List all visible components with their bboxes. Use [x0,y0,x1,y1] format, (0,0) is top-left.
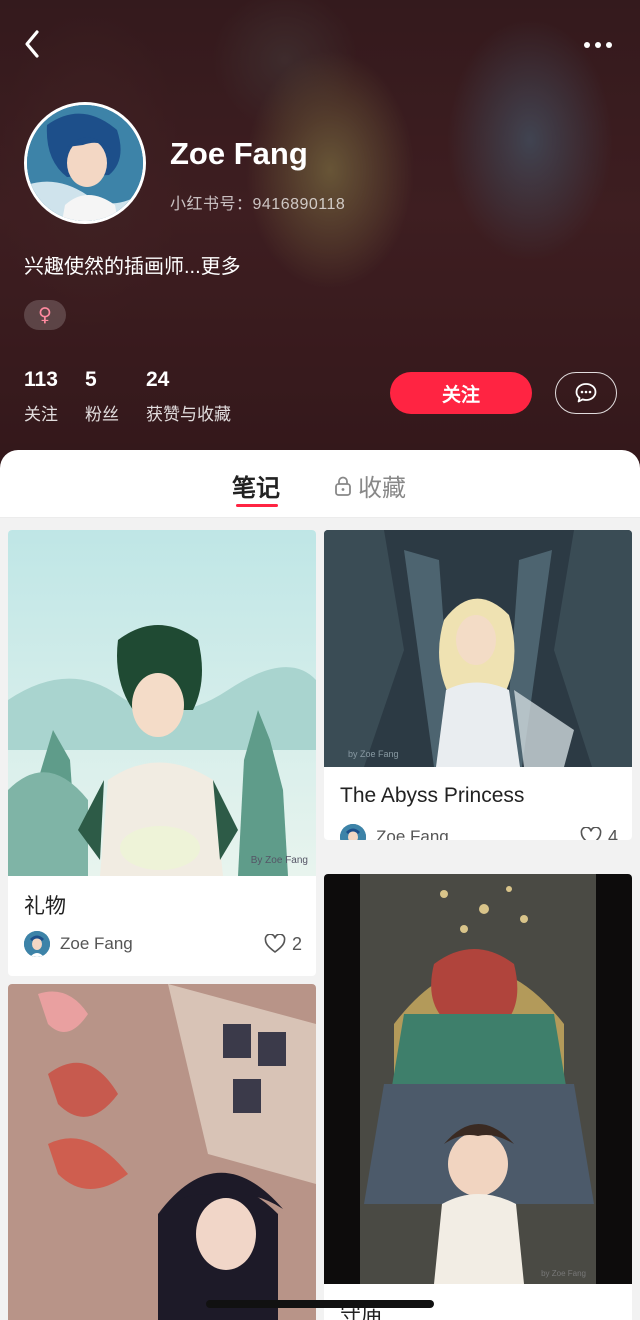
stat-label: 获赞与收藏 [146,405,231,424]
author-name[interactable]: Zoe Fang [376,827,580,840]
stat-followers[interactable]: 5 粉丝 [85,368,119,425]
avatar[interactable] [24,102,146,224]
back-button[interactable] [22,26,52,62]
heart-outline-icon [580,827,602,840]
tab-collections-label: 收藏 [358,475,406,502]
chat-bubble-icon [575,383,597,403]
watermark: by Zoe Fang [541,1269,586,1278]
stat-label: 粉丝 [85,405,119,424]
stat-label: 关注 [24,405,58,424]
note-title: 礼物 [24,895,66,918]
message-button[interactable] [555,372,617,414]
home-indicator[interactable] [206,1300,434,1308]
username: Zoe Fang [170,136,308,171]
heart-outline-icon [264,934,286,953]
note-author-row: Zoe Fang 2 [24,930,302,958]
more-dots-icon [584,42,590,48]
stat-value: 113 [24,368,58,391]
like-button[interactable]: 4 [580,826,618,841]
note-card[interactable]: By Zoe Fang 礼物 Zoe Fang 2 [8,530,316,976]
note-author-row: Zoe Fang 4 [340,823,618,840]
profile-header: Zoe Fang 小红书号：9416890118 兴趣使然的插画师...更多 ♀… [0,0,640,470]
author-avatar[interactable] [340,824,366,840]
notes-feed: By Zoe Fang 礼物 Zoe Fang 2 by Zoe Fang Th… [0,518,640,1320]
note-card[interactable] [8,984,316,1320]
female-icon: ♀ [38,304,52,326]
watermark: By Zoe Fang [250,855,308,866]
stat-value: 24 [146,368,170,391]
note-title: The Abyss Princess [340,784,525,807]
user-id: 小红书号：9416890118 [170,196,346,213]
stat-value: 5 [85,368,97,391]
stat-likes-collects[interactable]: 24 获赞与收藏 [146,368,231,425]
like-count: 2 [291,933,302,954]
note-cover-image: by Zoe Fang [324,530,632,767]
watermark: by Zoe Fang [348,749,399,759]
like-button[interactable]: 2 [264,934,302,955]
avatar-illustration [27,105,143,221]
follow-button[interactable]: 关注 [390,372,532,414]
chevron-left-icon [25,30,39,58]
note-card[interactable]: by Zoe Fang The Abyss Princess Zoe Fang … [324,530,632,840]
lock-icon [335,476,351,496]
tab-collections[interactable]: 收藏 [334,468,406,503]
stat-following[interactable]: 113 关注 [24,368,58,425]
author-name[interactable]: Zoe Fang [60,934,264,954]
like-count: 4 [607,826,618,841]
tab-notes-label: 笔记 [232,475,280,502]
author-avatar[interactable] [24,931,50,957]
gender-tag: ♀ [24,300,66,330]
tab-notes[interactable]: 笔记 [232,468,280,503]
note-cover-image: by Zoe Fang [324,874,632,1284]
note-cover-image: By Zoe Fang [8,530,316,876]
bio-text[interactable]: 兴趣使然的插画师...更多 [24,250,241,279]
note-cover-image [8,984,316,1320]
active-tab-indicator [236,504,278,507]
note-card[interactable]: by Zoe Fang 守庙 [324,874,632,1320]
more-options-button[interactable] [578,30,618,60]
content-tabs: 笔记 收藏 [0,450,640,518]
